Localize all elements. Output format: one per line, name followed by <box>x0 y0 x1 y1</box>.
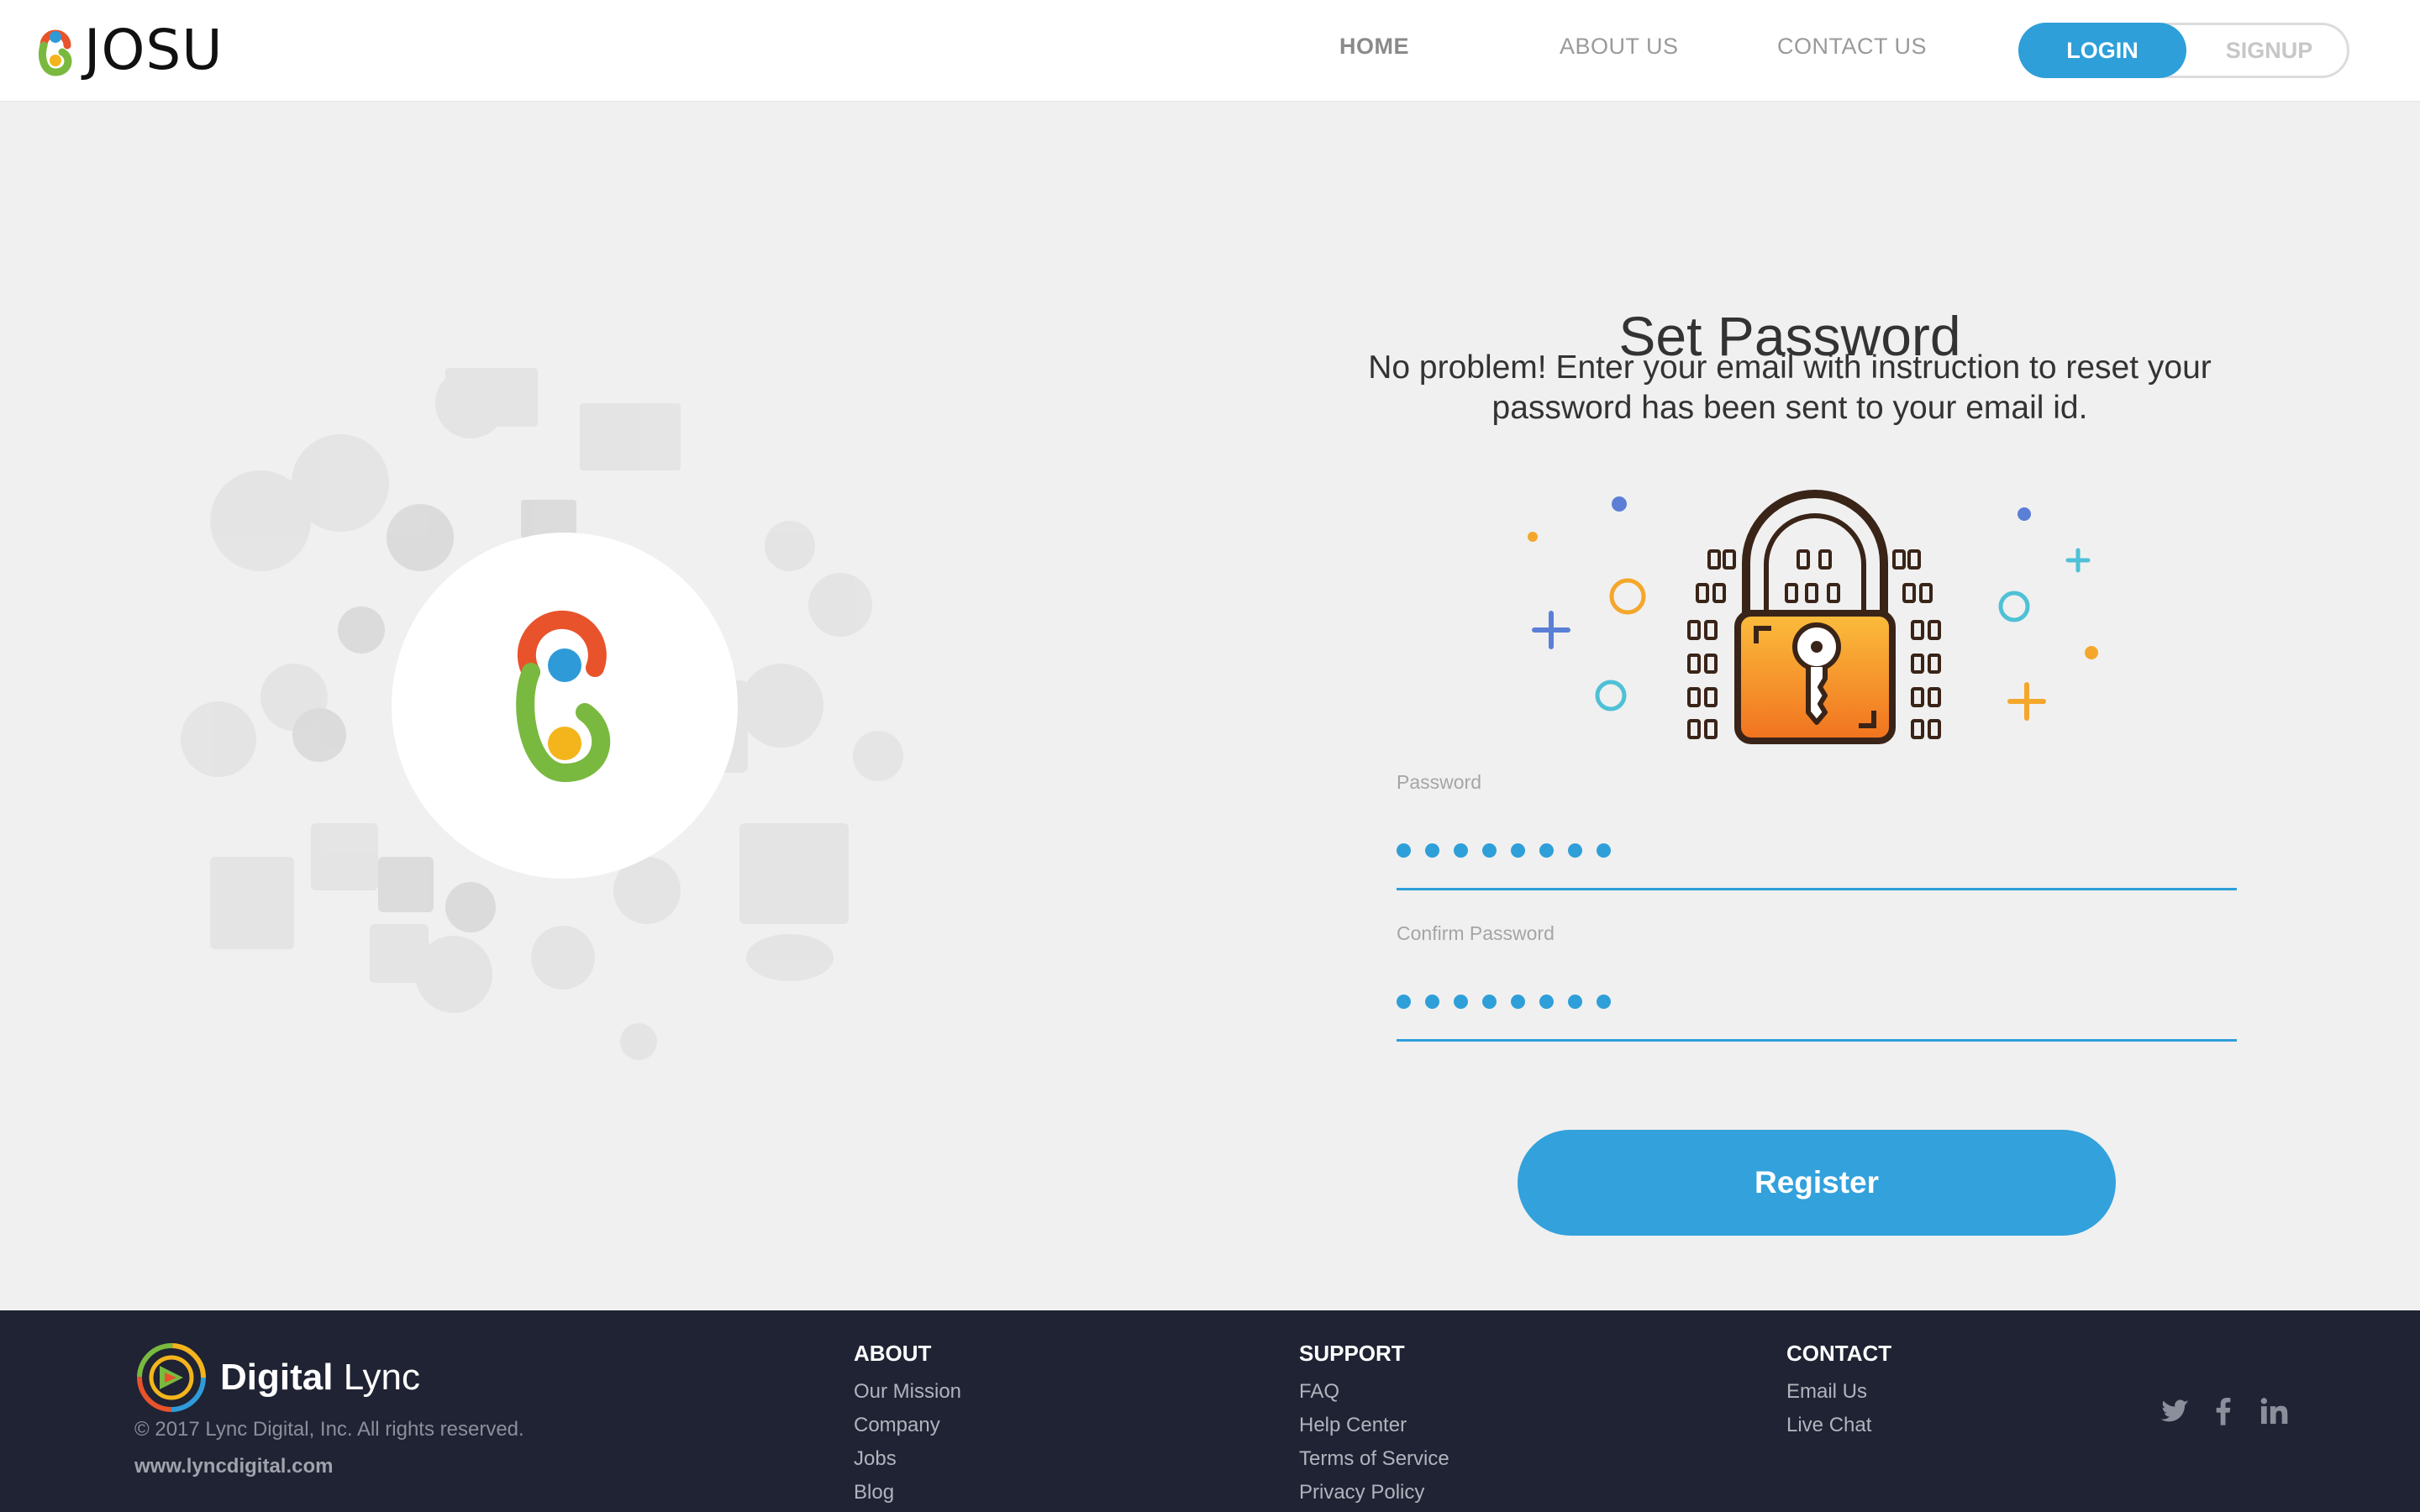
hero-illustration <box>168 353 975 1075</box>
facebook-icon[interactable] <box>2207 1394 2240 1428</box>
mask-dot <box>1568 995 1582 1009</box>
mask-dot <box>1397 843 1411 858</box>
mask-dot <box>1597 995 1611 1009</box>
mask-dot <box>1539 843 1554 858</box>
password-field: Password <box>1397 771 2237 890</box>
footer-link-help-center[interactable]: Help Center <box>1299 1409 1449 1442</box>
footer-about-column: ABOUT Our Mission Company Jobs Blog <box>854 1341 961 1509</box>
mask-dot <box>1568 843 1582 858</box>
footer-link-privacy[interactable]: Privacy Policy <box>1299 1476 1449 1509</box>
footer-link-blog[interactable]: Blog <box>854 1476 961 1509</box>
confirm-password-mask <box>1397 995 1625 1009</box>
password-input[interactable] <box>1397 794 2237 890</box>
digital-lync-name: Digital Lync <box>220 1357 420 1398</box>
mask-dot <box>1597 843 1611 858</box>
mask-dot <box>1482 995 1497 1009</box>
footer-link-faq[interactable]: FAQ <box>1299 1375 1449 1409</box>
signup-button[interactable]: SIGNUP <box>2186 23 2352 78</box>
footer-link-live-chat[interactable]: Live Chat <box>1786 1409 1891 1442</box>
mask-dot <box>1511 995 1525 1009</box>
digital-lync-logo[interactable]: Digital Lync <box>134 1341 420 1415</box>
confirm-password-input[interactable] <box>1397 945 2237 1042</box>
confetti-dot <box>1612 496 1627 512</box>
brand-name: JOSU <box>84 18 224 82</box>
nav-contact-link[interactable]: CONTACT US <box>1777 34 1927 60</box>
website-link[interactable]: www.lyncdigital.com <box>134 1455 333 1478</box>
twitter-icon[interactable] <box>2158 1394 2191 1428</box>
footer-contact-heading: CONTACT <box>1786 1341 1892 1366</box>
page-subtitle: No problem! Enter your email with instru… <box>1286 348 2294 428</box>
mask-dot <box>1425 995 1439 1009</box>
top-navbar: JOSU HOME ABOUT US CONTACT US LOGIN SIGN… <box>0 0 2420 102</box>
register-button[interactable]: Register <box>1518 1130 2116 1236</box>
nav-home-link[interactable]: HOME <box>1339 34 1409 60</box>
padlock-icon <box>1528 490 2098 744</box>
footer-link-our-mission[interactable]: Our Mission <box>854 1375 961 1409</box>
password-mask <box>1397 843 1625 858</box>
mask-dot <box>1511 843 1525 858</box>
lock-illustration <box>1512 487 2118 756</box>
footer: Digital Lync © 2017 Lync Digital, Inc. A… <box>0 1310 2420 1512</box>
password-label: Password <box>1397 771 1481 793</box>
footer-link-terms[interactable]: Terms of Service <box>1299 1442 1449 1476</box>
nav-about-link[interactable]: ABOUT US <box>1560 34 1679 60</box>
footer-support-column: SUPPORT FAQ Help Center Terms of Service… <box>1299 1341 1449 1509</box>
footer-link-email-us[interactable]: Email Us <box>1786 1375 1891 1409</box>
confirm-password-label: Confirm Password <box>1397 922 1555 944</box>
footer-about-heading: ABOUT <box>854 1341 932 1366</box>
digital-lync-mark-icon <box>137 1343 206 1412</box>
copyright-text: © 2017 Lync Digital, Inc. All rights res… <box>134 1418 524 1441</box>
linkedin-icon[interactable] <box>2257 1394 2291 1428</box>
footer-link-company[interactable]: Company <box>854 1409 961 1442</box>
mask-dot <box>1454 843 1468 858</box>
subtitle-line-1: No problem! Enter your email with instru… <box>1368 349 2212 386</box>
login-button[interactable]: LOGIN <box>2018 23 2186 78</box>
auth-toggle: LOGIN SIGNUP <box>2018 23 2349 78</box>
icon-cloud-illustration <box>181 368 903 1060</box>
mask-dot <box>1482 843 1497 858</box>
mask-dot <box>1425 843 1439 858</box>
josu-logo-mark-icon <box>39 29 72 76</box>
mask-dot <box>1397 995 1411 1009</box>
confirm-password-field: Confirm Password <box>1397 922 2237 1042</box>
subtitle-line-2: password has been sent to your email id. <box>1491 390 2088 426</box>
mask-dot <box>1539 995 1554 1009</box>
footer-link-jobs[interactable]: Jobs <box>854 1442 961 1476</box>
mask-dot <box>1454 995 1468 1009</box>
footer-support-heading: SUPPORT <box>1299 1341 1405 1366</box>
footer-contact-column: CONTACT Email Us Live Chat <box>1786 1341 1891 1442</box>
josu-logo[interactable]: JOSU <box>32 20 224 81</box>
